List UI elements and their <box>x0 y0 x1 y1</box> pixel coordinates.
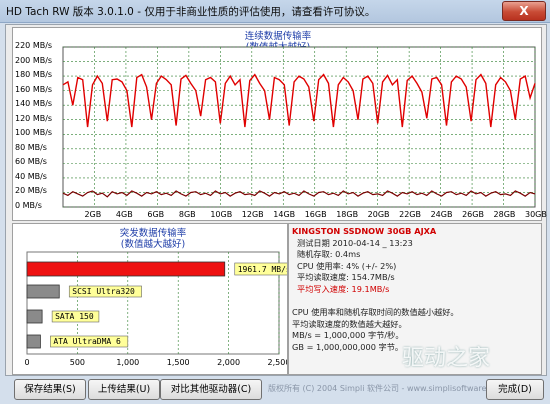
burst-bar <box>26 261 226 277</box>
bar-label: ATA UltraDMA 6 <box>53 337 121 346</box>
note-cpu: CPU 使用率和随机存取时间的数值越小越好。 <box>292 307 459 317</box>
average-write: 平均写入速度: 19.1MB/s <box>297 283 390 294</box>
burst-chart: 0 500 1,000 1,500 2,000 2,500 1961.7 MB/s SCSI … <box>24 251 287 367</box>
x-tick-label: 26GB <box>462 210 484 219</box>
burst-x-tick-label: 2,000 <box>217 358 240 367</box>
burst-x-tick-label: 500 <box>70 358 85 367</box>
sequential-chart-panel: 连续数据传输率 (数值越大越好) 0 MB/s20 MB/s40 MB/s60 … <box>12 27 547 221</box>
copyright-text: 版权所有 (C) 2004 Simpli 软件公司 - www.simpliso… <box>268 384 507 393</box>
plot-area <box>62 46 536 208</box>
x-tick-label: 30GB <box>525 210 547 219</box>
app-window: HD Tach RW 版本 3.0.1.0 - 仅用于非商业性质的评估使用，请查… <box>0 0 550 404</box>
burst-chart-panel: 突发数据传输率 (数值越大越好) 0 500 1,000 1,500 2,000 2,50… <box>12 223 288 375</box>
title-bar: HD Tach RW 版本 3.0.1.0 - 仅用于非商业性质的评估使用，请查… <box>0 0 550 23</box>
x-tick-label: 22GB <box>399 210 421 219</box>
reference-bar <box>26 334 41 349</box>
watermark-logo: 驱动之家 <box>402 346 491 371</box>
random-access: 随机存取: 0.4ms <box>297 249 361 259</box>
x-tick-label: 12GB <box>241 210 264 219</box>
x-tick-label: 24GB <box>430 210 453 219</box>
x-tick-label: 20GB <box>367 210 390 219</box>
x-tick-label: 16GB <box>304 210 327 219</box>
burst-x-tick-label: 1,000 <box>116 358 139 367</box>
close-button[interactable]: X <box>502 1 546 21</box>
x-tick-label: 14GB <box>273 210 296 219</box>
save-results-button[interactable]: 保存结果(S) <box>14 379 86 400</box>
average-read: 平均读取速度: 154.7MB/s <box>297 272 395 282</box>
x-tick-label: 2GB <box>84 210 102 219</box>
note-read: 平均读取速度的数值越大越好。 <box>292 318 407 329</box>
sequential-chart <box>62 46 536 208</box>
x-tick-label: 8GB <box>178 210 196 219</box>
compare-drives-button[interactable]: 对比其他驱动器(C) <box>160 379 262 400</box>
results-info: KINGSTON SSDNOW 30GB AJXA 测试日期 2010-04-1… <box>292 226 538 353</box>
x-tick-label: 6GB <box>147 210 165 219</box>
x-tick-label: 18GB <box>336 210 359 219</box>
drive-name: KINGSTON SSDNOW 30GB AJXA <box>292 226 437 236</box>
test-date: 测试日期 2010-04-14 _ 13:23 <box>297 237 413 248</box>
window-title: HD Tach RW 版本 3.0.1.0 - 仅用于非商业性质的评估使用，请查… <box>6 6 376 18</box>
burst-x-tick-label: 1,500 <box>167 358 190 367</box>
main-area: 连续数据传输率 (数值越大越好) 0 MB/s20 MB/s40 MB/s60 … <box>5 24 547 376</box>
done-button[interactable]: 完成(D) <box>486 379 544 400</box>
x-tick-label: 4GB <box>115 210 133 219</box>
burst-x-tick-label: 0 <box>24 358 29 367</box>
burst-x-tick-label: 2,500 <box>268 358 287 367</box>
cpu-usage: CPU 使用率: 4% (+/- 2%) <box>297 260 397 271</box>
bar-label: SATA 150 <box>55 312 94 321</box>
reference-bar <box>26 284 60 299</box>
bar-label: 1961.7 MB/s <box>238 265 287 274</box>
bar-label: SCSI Ultra320 <box>72 287 135 296</box>
x-tick-label: 28GB <box>493 210 516 219</box>
upload-results-button[interactable]: 上传结果(U) <box>88 379 160 400</box>
x-tick-label: 10GB <box>210 210 233 219</box>
reference-bar <box>26 309 43 324</box>
